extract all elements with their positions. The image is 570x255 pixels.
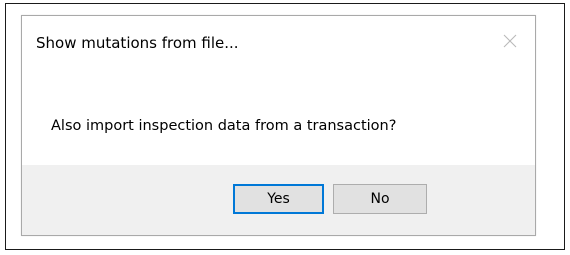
dialog-message: Also import inspection data from a trans… xyxy=(51,118,397,134)
dialog-button-bar: Yes No xyxy=(22,165,535,235)
yes-button[interactable]: Yes xyxy=(233,184,324,214)
dialog-titlebar[interactable]: Show mutations from file... xyxy=(22,16,535,74)
screenshot-page: Show mutations from file... Also import … xyxy=(0,0,570,255)
dialog-title: Show mutations from file... xyxy=(36,34,239,52)
close-button[interactable] xyxy=(493,26,527,56)
no-button[interactable]: No xyxy=(333,184,427,214)
close-icon xyxy=(503,34,517,48)
message-dialog: Show mutations from file... Also import … xyxy=(21,15,536,236)
